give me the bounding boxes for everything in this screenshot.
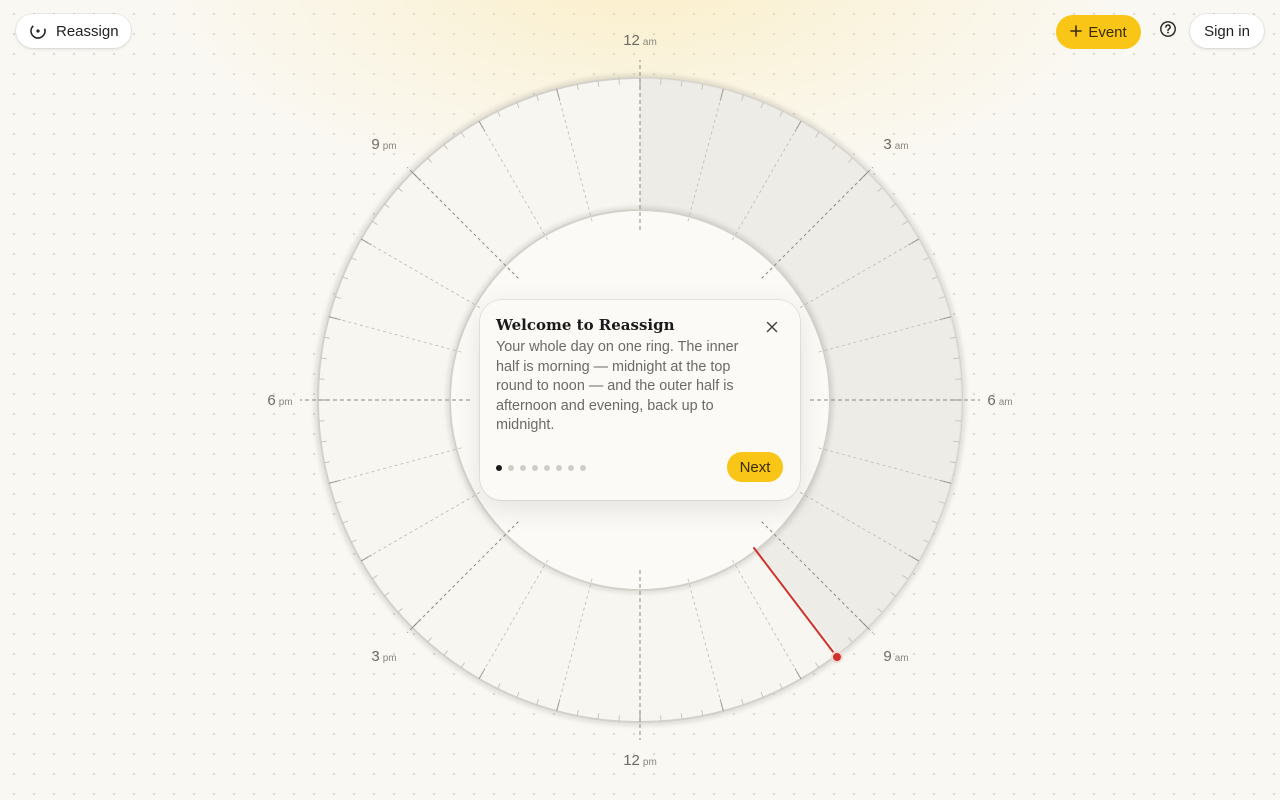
hour-label-6am: 6 am (987, 392, 1012, 409)
tour-step-dot[interactable] (580, 465, 586, 471)
hour-label-3pm: 3 pm (371, 648, 396, 665)
sign-in-button[interactable]: Sign in (1190, 14, 1264, 48)
current-time-marker[interactable] (831, 651, 843, 663)
help-button[interactable] (1157, 20, 1179, 42)
next-button[interactable]: Next (727, 452, 783, 482)
hour-label-12am: 12 am (623, 32, 657, 49)
tour-body: Your whole day on one ring. The inner ha… (496, 339, 739, 433)
hour-label-9pm: 9 pm (371, 136, 396, 153)
help-circle-icon (1159, 20, 1177, 43)
sign-in-label: Sign in (1204, 22, 1250, 40)
add-event-label: Event (1088, 23, 1127, 41)
add-event-button[interactable]: Event (1056, 15, 1141, 49)
plus-icon (1070, 24, 1083, 41)
tour-step-indicator (496, 465, 586, 471)
tour-title: Welcome to Reassign (496, 316, 675, 334)
tour-step-dot[interactable] (568, 465, 574, 471)
app-brand[interactable]: Reassign (16, 14, 131, 48)
close-icon[interactable] (764, 319, 780, 335)
tour-step-dot[interactable] (508, 465, 514, 471)
tour-step-dot[interactable] (544, 465, 550, 471)
reassign-logo-icon (28, 21, 48, 41)
tour-step-dot[interactable] (496, 465, 502, 471)
hour-label-6pm: 6 pm (267, 392, 292, 409)
tour-step-dot[interactable] (532, 465, 538, 471)
hour-label-12pm: 12 pm (623, 752, 657, 769)
tour-step-dot[interactable] (520, 465, 526, 471)
hour-label-3am: 3 am (883, 136, 908, 153)
welcome-tour-dialog: Welcome to Reassign Your whole day on on… (480, 300, 800, 500)
tour-step-dot[interactable] (556, 465, 562, 471)
hour-label-9am: 9 am (883, 648, 908, 665)
app-name: Reassign (56, 22, 119, 40)
